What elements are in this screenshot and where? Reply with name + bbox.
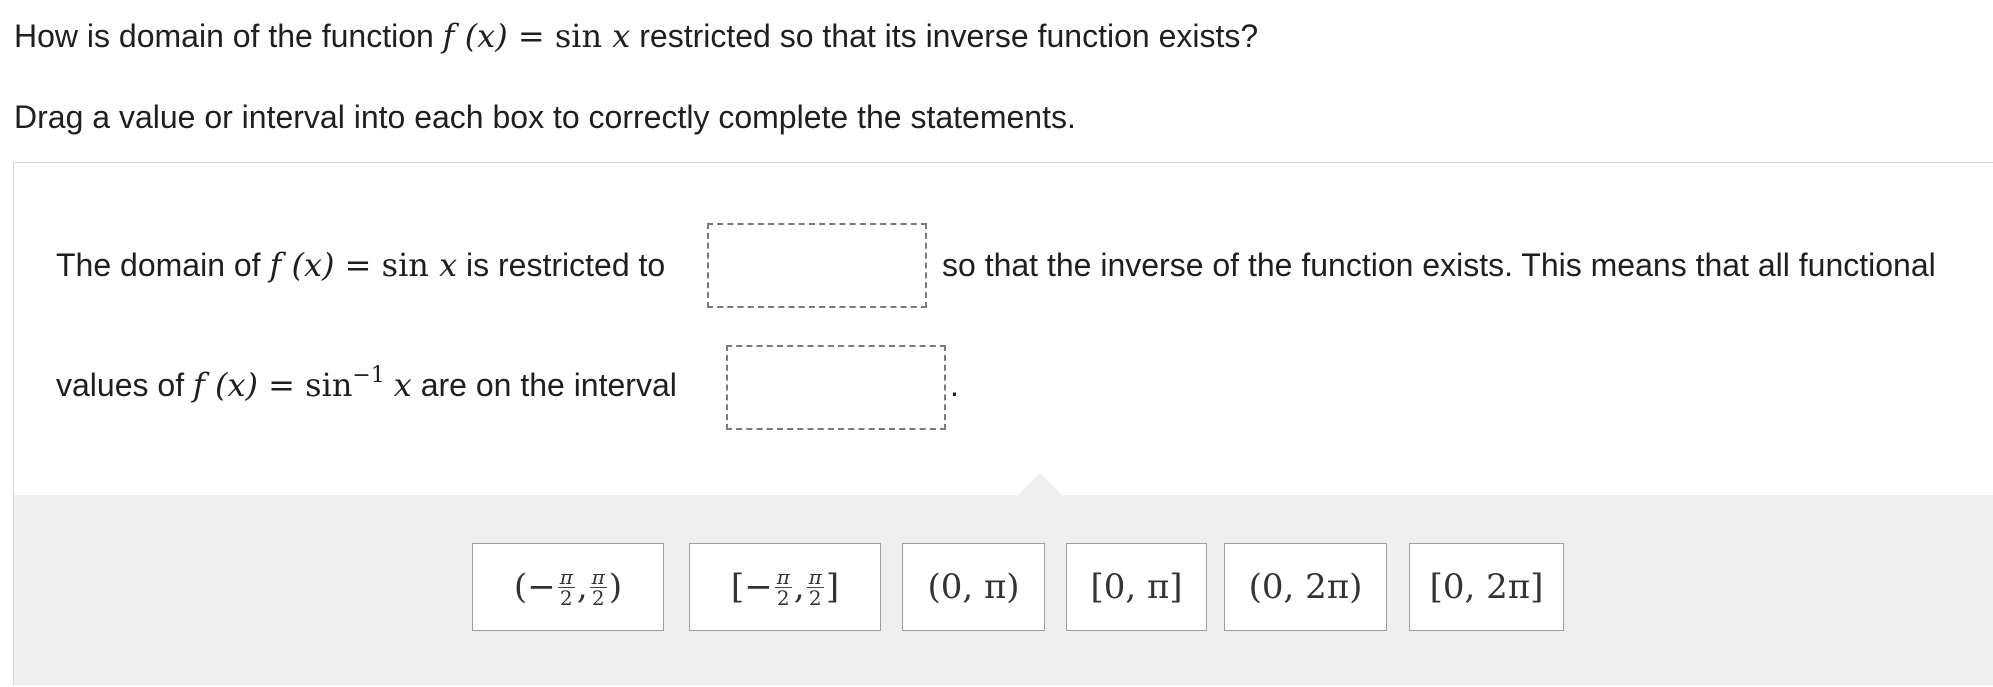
statement-line-1: The domain of f (x) = sin x is restricte… (56, 246, 666, 284)
fraction-pi-over-2: π2 (774, 564, 792, 610)
statement-line-2-period: . (950, 367, 959, 403)
drop-box-domain[interactable] (707, 223, 927, 308)
statement-line-1-suffix: so that the inverse of the function exis… (942, 247, 1936, 283)
answer-tile-closed-0-2pi[interactable]: [0, 2π] (1409, 543, 1564, 631)
drag-drop-panel: The domain of f (x) = sin x is restricte… (13, 162, 1993, 685)
fraction-pi-over-2: π2 (589, 564, 607, 610)
fraction-pi-over-2: π2 (806, 564, 824, 610)
math-fx: f (x) (442, 17, 508, 55)
fraction-pi-over-2: π2 (557, 564, 575, 610)
question-text: How is domain of the function f (x) = si… (14, 17, 1259, 55)
answer-tile-open-neg-half-pi-half-pi[interactable]: (− π 2, π 2) (472, 543, 664, 631)
statement-line-2: values of f (x) = sin−1 x are on the int… (56, 363, 677, 405)
tray-pointer (1018, 473, 1062, 495)
answer-tile-closed-neg-half-pi-half-pi[interactable]: [− π 2, π 2] (689, 543, 881, 631)
answer-tile-open-0-pi[interactable]: (0, π) (902, 543, 1045, 631)
instructions-text: Drag a value or interval into each box t… (14, 99, 1076, 135)
answer-tile-open-0-2pi[interactable]: (0, 2π) (1224, 543, 1387, 631)
drop-box-range[interactable] (726, 345, 946, 430)
answer-tile-closed-0-pi[interactable]: [0, π] (1066, 543, 1207, 631)
